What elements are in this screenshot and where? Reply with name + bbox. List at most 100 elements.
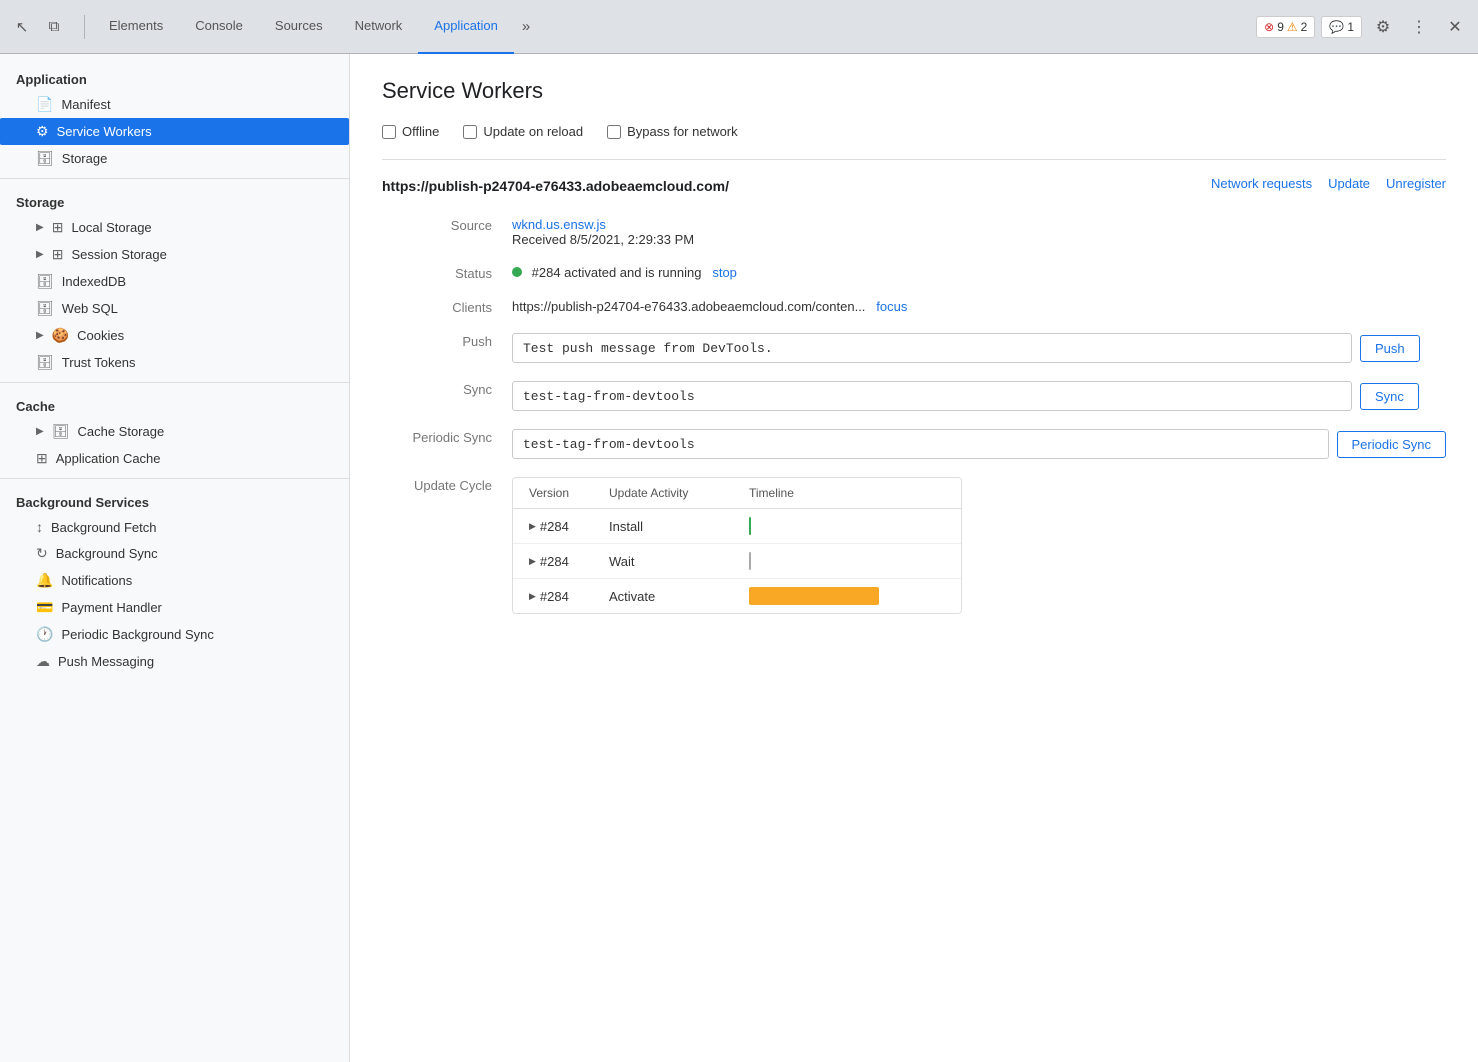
update-on-reload-label: Update on reload bbox=[483, 124, 583, 139]
error-badge[interactable]: ⊗ 9 ⚠ 2 bbox=[1256, 16, 1315, 38]
settings-button[interactable]: ⚙ bbox=[1368, 12, 1398, 42]
sidebar-item-application-cache[interactable]: ⊞ Application Cache bbox=[0, 445, 349, 472]
uc-version-install[interactable]: ▶ #284 bbox=[529, 519, 609, 534]
sidebar-item-periodic-bg-sync[interactable]: 🕐 Periodic Background Sync bbox=[0, 621, 349, 648]
content-inner: Service Workers Offline Update on reload… bbox=[350, 54, 1478, 656]
error-count: 9 bbox=[1277, 20, 1284, 34]
sidebar-item-trust-tokens[interactable]: 🗄 Trust Tokens bbox=[0, 349, 349, 376]
sidebar-label-indexeddb: IndexedDB bbox=[62, 274, 126, 289]
cookies-icon: 🍪 bbox=[52, 327, 69, 344]
bypass-checkbox[interactable] bbox=[607, 125, 621, 139]
sidebar-item-local-storage[interactable]: ▶ ⊞ Local Storage bbox=[0, 214, 349, 241]
tab-application[interactable]: Application bbox=[418, 0, 514, 54]
periodic-sync-input[interactable] bbox=[512, 429, 1329, 459]
warn-icon: ⚠ bbox=[1287, 20, 1298, 34]
uc-version-activate-val: #284 bbox=[540, 589, 569, 604]
uc-arrow-activate: ▶ bbox=[529, 591, 536, 602]
more-options-button[interactable]: ⋮ bbox=[1404, 12, 1434, 42]
uc-timeline-install bbox=[749, 517, 945, 535]
cache-storage-icon: 🗄 bbox=[52, 423, 70, 440]
sidebar-label-payment-handler: Payment Handler bbox=[61, 600, 161, 615]
more-tabs-button[interactable]: » bbox=[514, 0, 538, 54]
toolbar-separator bbox=[84, 15, 85, 39]
source-row: Source wknd.us.ensw.js Received 8/5/2021… bbox=[382, 217, 1446, 247]
tab-network[interactable]: Network bbox=[339, 0, 419, 54]
sidebar-item-bg-sync[interactable]: ↻ Background Sync bbox=[0, 540, 349, 567]
sidebar-item-websql[interactable]: 🗄 Web SQL bbox=[0, 295, 349, 322]
checkbox-row: Offline Update on reload Bypass for netw… bbox=[382, 124, 1446, 139]
periodic-sync-button[interactable]: Periodic Sync bbox=[1337, 431, 1446, 458]
sidebar-label-storage-app: Storage bbox=[62, 151, 108, 166]
info-badge[interactable]: 💬 1 bbox=[1321, 16, 1362, 38]
offline-checkbox-label[interactable]: Offline bbox=[382, 124, 439, 139]
periodic-sync-row: Periodic Sync Periodic Sync bbox=[382, 429, 1446, 459]
clients-label: Clients bbox=[382, 299, 492, 315]
clients-row: Clients https://publish-p24704-e76433.ad… bbox=[382, 299, 1446, 315]
update-on-reload-checkbox-label[interactable]: Update on reload bbox=[463, 124, 583, 139]
periodic-bg-sync-icon: 🕐 bbox=[36, 626, 53, 643]
device-icon[interactable]: ⧉ bbox=[40, 13, 68, 41]
session-storage-arrow: ▶ bbox=[36, 249, 44, 260]
update-cycle-value: Version Update Activity Timeline ▶ #284 … bbox=[512, 477, 1446, 614]
periodic-sync-value: Periodic Sync bbox=[512, 429, 1446, 459]
sidebar-item-cache-storage[interactable]: ▶ 🗄 Cache Storage bbox=[0, 418, 349, 445]
push-label: Push bbox=[382, 333, 492, 349]
sync-label: Sync bbox=[382, 381, 492, 397]
push-button[interactable]: Push bbox=[1360, 335, 1420, 362]
manifest-icon: 📄 bbox=[36, 96, 53, 113]
offline-checkbox[interactable] bbox=[382, 125, 396, 139]
update-link[interactable]: Update bbox=[1328, 176, 1370, 191]
clients-value: https://publish-p24704-e76433.adobeaemcl… bbox=[512, 299, 1446, 314]
sidebar-item-session-storage[interactable]: ▶ ⊞ Session Storage bbox=[0, 241, 349, 268]
tab-elements[interactable]: Elements bbox=[93, 0, 179, 54]
local-storage-icon: ⊞ bbox=[52, 219, 64, 236]
sidebar-item-push-messaging[interactable]: ☁ Push Messaging bbox=[0, 648, 349, 675]
tab-sources[interactable]: Sources bbox=[259, 0, 339, 54]
sidebar-item-storage-app[interactable]: 🗄 Storage bbox=[0, 145, 349, 172]
network-requests-link[interactable]: Network requests bbox=[1211, 176, 1312, 191]
sidebar-item-manifest[interactable]: 📄 Manifest bbox=[0, 91, 349, 118]
sidebar-item-payment-handler[interactable]: 💳 Payment Handler bbox=[0, 594, 349, 621]
sidebar-label-cookies: Cookies bbox=[77, 328, 124, 343]
bypass-checkbox-label[interactable]: Bypass for network bbox=[607, 124, 738, 139]
bypass-label: Bypass for network bbox=[627, 124, 738, 139]
sidebar-label-notifications: Notifications bbox=[61, 573, 132, 588]
warn-count: 2 bbox=[1301, 20, 1308, 34]
sidebar-item-bg-fetch[interactable]: ↕ Background Fetch bbox=[0, 514, 349, 540]
payment-handler-icon: 💳 bbox=[36, 599, 53, 616]
sidebar-item-notifications[interactable]: 🔔 Notifications bbox=[0, 567, 349, 594]
source-value: wknd.us.ensw.js Received 8/5/2021, 2:29:… bbox=[512, 217, 1446, 247]
status-dot bbox=[512, 267, 522, 277]
push-input[interactable] bbox=[512, 333, 1352, 363]
source-link[interactable]: wknd.us.ensw.js bbox=[512, 217, 606, 232]
sync-button[interactable]: Sync bbox=[1360, 383, 1419, 410]
notifications-icon: 🔔 bbox=[36, 572, 53, 589]
sidebar-section-application: Application bbox=[0, 62, 349, 91]
uc-row-activate: ▶ #284 Activate bbox=[513, 579, 961, 613]
update-on-reload-checkbox[interactable] bbox=[463, 125, 477, 139]
sidebar-label-cache-storage: Cache Storage bbox=[77, 424, 164, 439]
sidebar-item-cookies[interactable]: ▶ 🍪 Cookies bbox=[0, 322, 349, 349]
local-storage-arrow: ▶ bbox=[36, 222, 44, 233]
sync-input[interactable] bbox=[512, 381, 1352, 411]
stop-link[interactable]: stop bbox=[712, 265, 737, 280]
toolbar-right: ⊗ 9 ⚠ 2 💬 1 ⚙ ⋮ ✕ bbox=[1256, 12, 1470, 42]
sw-actions: Network requests Update Unregister bbox=[1211, 176, 1446, 191]
info-icon: 💬 bbox=[1329, 20, 1344, 34]
focus-link[interactable]: focus bbox=[876, 299, 907, 314]
bg-fetch-icon: ↕ bbox=[36, 519, 43, 535]
uc-version-wait-val: #284 bbox=[540, 554, 569, 569]
sidebar-label-local-storage: Local Storage bbox=[71, 220, 151, 235]
uc-activity-install: Install bbox=[609, 519, 749, 534]
sidebar-item-indexeddb[interactable]: 🗄 IndexedDB bbox=[0, 268, 349, 295]
uc-version-activate[interactable]: ▶ #284 bbox=[529, 589, 609, 604]
sidebar-item-service-workers[interactable]: ⚙ Service Workers bbox=[0, 118, 349, 145]
sidebar-label-trust-tokens: Trust Tokens bbox=[62, 355, 136, 370]
uc-version-wait[interactable]: ▶ #284 bbox=[529, 554, 609, 569]
cursor-icon[interactable]: ↖ bbox=[8, 13, 36, 41]
page-title: Service Workers bbox=[382, 78, 1446, 104]
sidebar-section-bg: Background Services bbox=[0, 485, 349, 514]
unregister-link[interactable]: Unregister bbox=[1386, 176, 1446, 191]
tab-console[interactable]: Console bbox=[179, 0, 259, 54]
close-button[interactable]: ✕ bbox=[1440, 12, 1470, 42]
